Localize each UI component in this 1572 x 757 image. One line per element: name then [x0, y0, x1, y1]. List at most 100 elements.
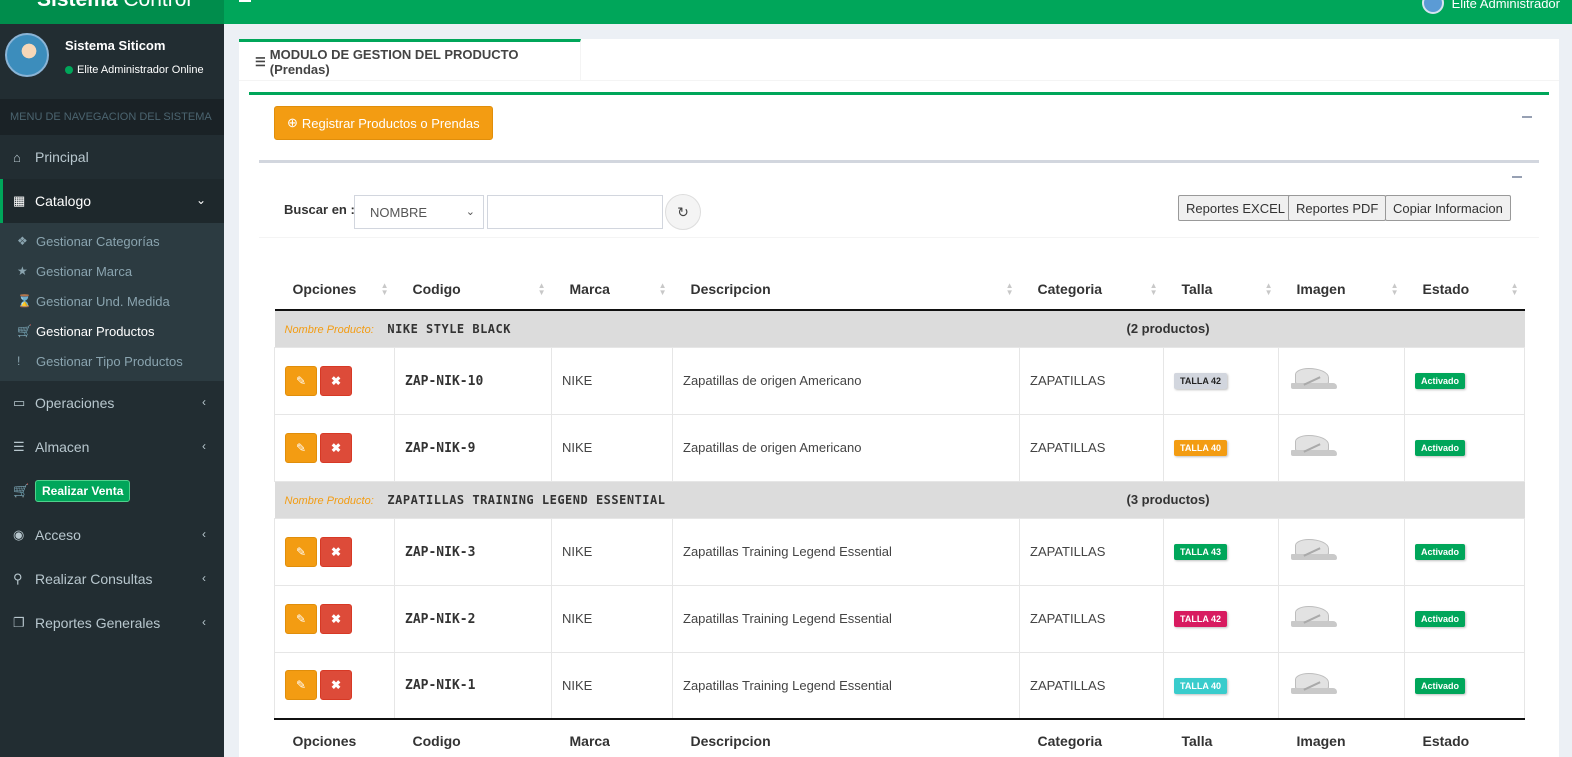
edit-button[interactable]: ✎	[285, 365, 317, 396]
column-footer-codigo: Codigo	[394, 718, 552, 757]
product-image[interactable]	[1289, 534, 1339, 566]
list-icon: ☰	[255, 54, 266, 69]
sidebar-subitem-productos[interactable]: 🛒 Gestionar Productos	[0, 316, 224, 346]
user-menu[interactable]: Elite Administrador	[1421, 0, 1560, 14]
column-header-marca[interactable]: Marca ▲ ▼	[551, 268, 673, 311]
sidebar-item-almacen[interactable]: ☰ Almacen ‹	[0, 425, 224, 469]
status-badge: Activado	[1415, 440, 1466, 456]
column-header-descripcion[interactable]: Descripcion ▲ ▼	[672, 268, 1020, 311]
column-header-codigo[interactable]: Codigo ▲ ▼	[394, 268, 552, 311]
column-header-categoria[interactable]: Categoria ▲ ▼	[1019, 268, 1164, 311]
search-field-value: NOMBRE	[370, 205, 428, 220]
size-badge: TALLA 40	[1174, 440, 1228, 456]
sidebar-subitem-categorias[interactable]: ❖ Gestionar Categorías	[0, 226, 224, 256]
sidebar-subitem-und-medida[interactable]: ⌛ Gestionar Und. Medida	[0, 286, 224, 316]
column-header-label: Estado	[1422, 280, 1470, 297]
table-row: ✎ ✖ ZAP-NIK-2 NIKE Zapatillas Training Le…	[274, 584, 1525, 653]
search-icon: ⚲	[13, 571, 23, 586]
sidebar-item-label: Catalogo	[35, 193, 92, 209]
delete-button[interactable]: ✖	[320, 536, 352, 567]
group-row: Nombre Producto: ZAPATILLAS TRAINING LEG…	[274, 481, 1525, 518]
column-header-talla[interactable]: Talla ▲ ▼	[1163, 268, 1279, 311]
group-row: Nombre Producto: NIKE STYLE BLACK (2 pro…	[274, 310, 1525, 347]
product-image[interactable]	[1289, 601, 1339, 633]
table-row: ✎ ✖ ZAP-NIK-10 NIKE Zapatillas de origen …	[274, 346, 1525, 415]
refresh-button[interactable]: ↻	[665, 194, 701, 230]
column-header-imagen[interactable]: Imagen ▲ ▼	[1278, 268, 1405, 311]
collapse-table-button[interactable]	[1512, 176, 1522, 178]
sort-icon: ▲ ▼	[1149, 281, 1158, 297]
column-header-label: Categoria	[1037, 280, 1103, 297]
sidebar-user-status-text: Elite Administrador Online	[77, 64, 204, 76]
product-image[interactable]	[1289, 668, 1339, 700]
top-navbar: Sistema Control Elite Administrador	[0, 0, 1572, 24]
product-image[interactable]	[1289, 430, 1339, 462]
sidebar-subitem-tipo-productos[interactable]: ! Gestionar Tipo Productos	[0, 346, 224, 376]
cell-status: Activado	[1404, 651, 1525, 720]
edit-button[interactable]: ✎	[285, 536, 317, 567]
sidebar-item-catalogo[interactable]: ▦ Catalogo ⌄	[0, 179, 224, 223]
tab-bar: ☰ MODULO DE GESTION DEL PRODUCTO (Prenda…	[239, 39, 1559, 81]
column-header-estado[interactable]: Estado ▲ ▼	[1404, 268, 1525, 311]
search-field-select[interactable]: NOMBRE ⌄	[354, 195, 484, 229]
delete-button[interactable]: ✖	[320, 603, 352, 634]
register-product-label: Registrar Productos o Prendas	[301, 115, 480, 131]
search-input[interactable]	[487, 195, 663, 229]
cell-size: TALLA 40	[1163, 413, 1279, 482]
edit-button[interactable]: ✎	[285, 432, 317, 463]
product-code: ZAP-NIK-2	[405, 611, 476, 627]
column-header-opciones[interactable]: Opciones ▲ ▼	[274, 268, 395, 311]
status-badge: Activado	[1415, 611, 1466, 627]
sort-icon: ▲ ▼	[658, 281, 667, 297]
sidebar-subitem-marca[interactable]: ★ Gestionar Marca	[0, 256, 224, 286]
sidebar-toggle-button[interactable]	[239, 0, 251, 5]
sidebar-item-realizar-venta[interactable]: 🛒 Realizar Venta	[0, 469, 224, 513]
sidebar-item-label: Principal	[35, 149, 89, 165]
tab-gestion-producto[interactable]: ☰ MODULO DE GESTION DEL PRODUCTO (Prenda…	[239, 39, 581, 81]
edit-button[interactable]: ✎	[285, 670, 317, 701]
exclamation-icon: !	[17, 354, 21, 368]
cell-status: Activado	[1404, 413, 1525, 482]
column-header-label: Imagen	[1296, 280, 1346, 297]
delete-button[interactable]: ✖	[320, 670, 352, 701]
copy-info-button[interactable]: Copiar Informacion	[1385, 195, 1511, 221]
export-excel-button[interactable]: Reportes EXCEL	[1178, 195, 1293, 221]
cart-icon: 🛒	[17, 324, 32, 338]
plus-circle-icon: ⊕	[287, 115, 298, 130]
logo-bold-text: Sistema	[37, 0, 118, 11]
pencil-icon: ✎	[295, 544, 307, 559]
cell-description: Zapatillas Training Legend Essential	[672, 517, 1020, 586]
table-footer-row: Opciones Codigo Marca Descripcion Catego…	[274, 718, 1525, 757]
chevron-left-icon: ‹	[202, 395, 206, 409]
sidebar-item-reportes[interactable]: ❐ Reportes Generales ‹	[0, 601, 224, 645]
group-count: (2 productos)	[1126, 321, 1210, 337]
edit-button[interactable]: ✎	[285, 603, 317, 634]
row-actions: ✎ ✖	[274, 346, 395, 415]
sidebar-subitem-label: Gestionar Und. Medida	[36, 293, 170, 309]
cell-status: Activado	[1404, 346, 1525, 415]
tab-panel: ⊕ Registrar Productos o Prendas Buscar e…	[239, 81, 1559, 757]
cell-size: TALLA 42	[1163, 346, 1279, 415]
cell-description: Zapatillas de origen Americano	[672, 413, 1020, 482]
register-product-button[interactable]: ⊕ Registrar Productos o Prendas	[274, 106, 493, 140]
table-row: ✎ ✖ ZAP-NIK-1 NIKE Zapatillas Training Le…	[274, 651, 1525, 720]
sidebar-item-acceso[interactable]: ◉ Acceso ‹	[0, 513, 224, 557]
chevron-left-icon: ‹	[202, 571, 206, 585]
size-badge: TALLA 42	[1174, 373, 1228, 389]
sidebar-item-principal[interactable]: ⌂ Principal	[0, 135, 224, 179]
export-pdf-button[interactable]: Reportes PDF	[1288, 195, 1387, 221]
collapse-box-button[interactable]	[1522, 116, 1532, 118]
cell-description: Zapatillas Training Legend Essential	[672, 584, 1020, 653]
app-logo[interactable]: Sistema Control	[0, 0, 224, 24]
cell-code: ZAP-NIK-1	[394, 651, 552, 720]
sidebar-item-consultas[interactable]: ⚲ Realizar Consultas ‹	[0, 557, 224, 601]
delete-button[interactable]: ✖	[320, 432, 352, 463]
sort-icon: ▲ ▼	[537, 281, 546, 297]
delete-button[interactable]: ✖	[320, 365, 352, 396]
sidebar-item-operaciones[interactable]: ▭ Operaciones ‹	[0, 381, 224, 425]
close-icon: ✖	[330, 373, 342, 388]
sidebar-subitem-label: Gestionar Marca	[36, 263, 133, 279]
column-header-label: Marca	[569, 280, 610, 297]
product-image[interactable]	[1289, 363, 1339, 395]
group-count: (3 productos)	[1126, 492, 1210, 507]
